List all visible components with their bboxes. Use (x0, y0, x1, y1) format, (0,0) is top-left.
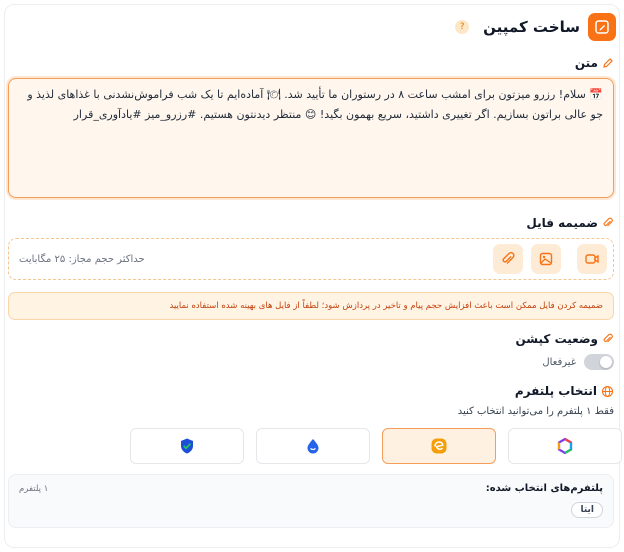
max-size-note: حداکثر حجم مجاز: ۲۵ مگابایت (19, 253, 145, 265)
help-icon[interactable]: ? (455, 20, 470, 34)
eitaa-icon (431, 438, 447, 454)
selected-platforms-count: ۱ پلتفرم (19, 483, 49, 494)
video-icon (585, 254, 599, 264)
video-attach-button[interactable] (577, 244, 607, 274)
platform-options (130, 428, 622, 464)
pencil-icon (603, 58, 613, 68)
paperclip-icon (603, 333, 613, 343)
drop-bubble-icon (307, 439, 319, 454)
platform-section-label: انتخاب پلتفرم (515, 384, 614, 398)
paperclip-icon (502, 251, 515, 264)
message-textarea[interactable]: 📅 سلام! رزرو میزتون برای امشب ساعت ۸ در … (8, 78, 614, 198)
rubika-icon (557, 437, 573, 455)
panel-header: ساخت کمپین ? (455, 12, 616, 42)
selected-platforms-box: پلتفرم‌های انتخاب شده: ۱ پلتفرم ایتا (8, 474, 614, 528)
caption-toggle-row: غیرفعال (542, 354, 614, 370)
attachment-section-label: ضمیمه فایل (526, 216, 614, 230)
selected-platforms-title: پلتفرم‌های انتخاب شده: (485, 483, 603, 494)
platform-option-rubika[interactable] (508, 428, 622, 464)
platform-option-eitaa[interactable] (382, 428, 496, 464)
attachment-warning: ضمیمه کردن فایل ممکن است باعث افزایش حجم… (8, 292, 614, 320)
verified-shield-icon (181, 438, 193, 454)
image-icon (539, 252, 553, 266)
globe-icon (601, 385, 614, 397)
caption-state-label: غیرفعال (542, 356, 576, 368)
edit-campaign-icon (588, 13, 616, 41)
image-attach-button[interactable] (531, 244, 561, 274)
paperclip-icon (603, 217, 613, 227)
caption-section-label: وضعیت کپشن (516, 332, 615, 346)
caption-toggle[interactable] (584, 354, 614, 370)
platform-option-bale[interactable] (256, 428, 370, 464)
text-section-label: متن (575, 56, 614, 70)
attachment-dropzone[interactable]: حداکثر حجم مجاز: ۲۵ مگابایت (8, 238, 614, 280)
toggle-knob (600, 356, 612, 368)
message-text: 📅 سلام! رزرو میزتون برای امشب ساعت ۸ در … (27, 88, 603, 121)
selected-platform-chip[interactable]: ایتا (571, 502, 603, 518)
platform-hint: فقط ۱ پلتفرم را می‌توانید انتخاب کنید (457, 406, 614, 417)
platform-option-verified[interactable] (130, 428, 244, 464)
page-title: ساخت کمپین (483, 18, 580, 36)
file-attach-button[interactable] (493, 244, 523, 274)
